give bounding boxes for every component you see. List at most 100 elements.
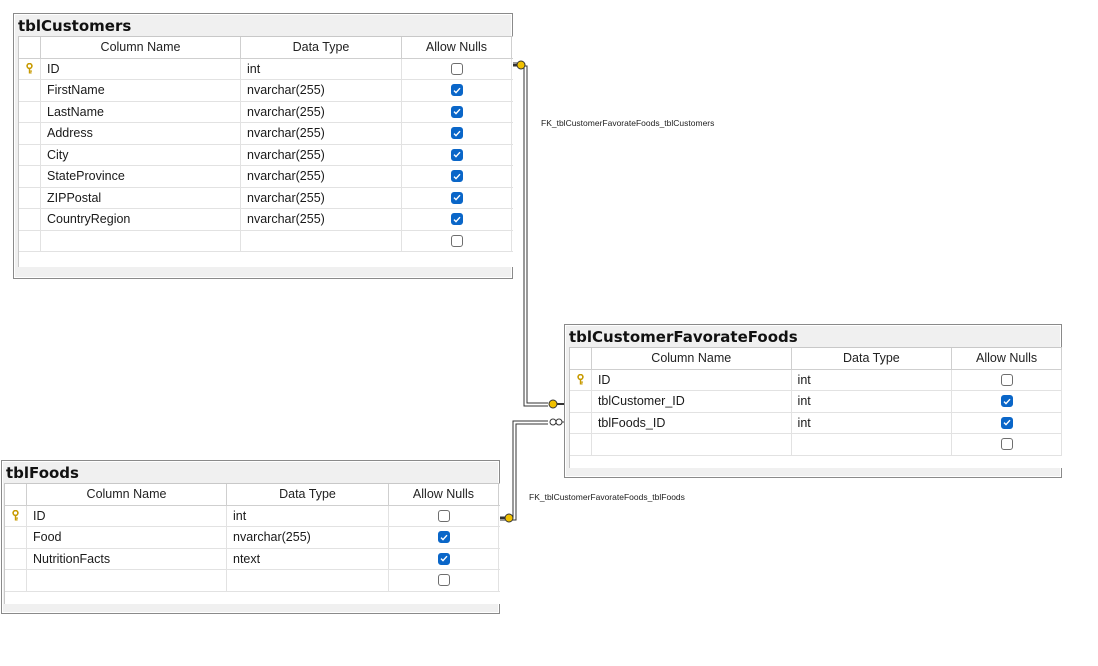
row-selector[interactable] xyxy=(19,123,41,144)
allow-nulls-checkbox[interactable] xyxy=(450,127,463,140)
allow-nulls-checkbox[interactable] xyxy=(1000,395,1013,408)
row-selector[interactable] xyxy=(5,527,27,548)
table-row[interactable] xyxy=(19,230,513,252)
allow-nulls-checkbox[interactable] xyxy=(1000,373,1013,386)
row-selector[interactable] xyxy=(570,434,592,455)
table-row[interactable]: tblFoods_ID int xyxy=(570,412,1062,434)
allow-nulls-checkbox[interactable] xyxy=(437,531,450,544)
data-type-cell[interactable] xyxy=(241,230,402,251)
relationship-label-customers[interactable]: FK_tblCustomerFavorateFoods_tblCustomers xyxy=(541,118,714,128)
allow-nulls-checkbox[interactable] xyxy=(450,62,463,75)
allow-nulls-checkbox[interactable] xyxy=(437,552,450,565)
table-row[interactable]: CountryRegion nvarchar(255) xyxy=(19,209,513,231)
allow-nulls-checkbox[interactable] xyxy=(450,234,463,247)
row-selector[interactable] xyxy=(19,166,41,187)
data-type-cell[interactable] xyxy=(227,570,389,591)
row-selector[interactable] xyxy=(19,101,41,122)
data-type-cell[interactable]: nvarchar(255) xyxy=(241,187,402,208)
relationship-foods-line[interactable] xyxy=(499,420,548,521)
table-row[interactable]: NutritionFacts ntext xyxy=(5,548,500,570)
data-type-cell[interactable]: int xyxy=(227,505,389,526)
table-row[interactable]: City nvarchar(255) xyxy=(19,144,513,166)
row-selector[interactable] xyxy=(19,80,41,101)
relationship-label-foods[interactable]: FK_tblCustomerFavorateFoods_tblFoods xyxy=(529,492,685,502)
table-row[interactable] xyxy=(5,570,500,592)
column-name-cell[interactable] xyxy=(27,570,227,591)
table-customer-favorate-foods[interactable]: tblCustomerFavorateFoods Column Name Data… xyxy=(564,324,1062,478)
column-name-cell[interactable] xyxy=(592,434,792,455)
header-allow-nulls[interactable]: Allow Nulls xyxy=(402,37,512,58)
column-name-cell[interactable]: tblCustomer_ID xyxy=(592,391,792,412)
allow-nulls-checkbox[interactable] xyxy=(437,574,450,587)
column-name-cell[interactable]: ID xyxy=(41,58,241,79)
table-row[interactable]: Food nvarchar(255) xyxy=(5,527,500,549)
allow-nulls-checkbox[interactable] xyxy=(437,509,450,522)
row-selector[interactable] xyxy=(19,230,41,251)
table-row[interactable]: tblCustomer_ID int xyxy=(570,391,1062,413)
table-row[interactable]: ZIPPostal nvarchar(255) xyxy=(19,187,513,209)
header-column-name[interactable]: Column Name xyxy=(592,348,792,369)
allow-nulls-checkbox[interactable] xyxy=(450,191,463,204)
data-type-cell[interactable]: int xyxy=(792,412,953,433)
data-type-cell[interactable]: int xyxy=(241,58,402,79)
header-column-name[interactable]: Column Name xyxy=(27,484,227,505)
header-data-type[interactable]: Data Type xyxy=(227,484,389,505)
column-name-cell[interactable]: Food xyxy=(27,527,227,548)
allow-nulls-checkbox[interactable] xyxy=(450,105,463,118)
row-selector[interactable] xyxy=(19,187,41,208)
data-type-cell[interactable]: nvarchar(255) xyxy=(227,527,389,548)
column-name-cell[interactable] xyxy=(41,230,241,251)
data-type-cell[interactable]: int xyxy=(792,369,953,390)
column-name-cell[interactable]: City xyxy=(41,144,241,165)
table-row[interactable]: ID int xyxy=(19,58,513,80)
column-name-cell[interactable]: NutritionFacts xyxy=(27,548,227,569)
allow-nulls-checkbox[interactable] xyxy=(450,148,463,161)
header-data-type[interactable]: Data Type xyxy=(241,37,402,58)
row-selector[interactable] xyxy=(5,570,27,591)
column-name-cell[interactable]: LastName xyxy=(41,101,241,122)
data-type-cell[interactable]: nvarchar(255) xyxy=(241,101,402,122)
allow-nulls-checkbox[interactable] xyxy=(450,84,463,97)
row-selector[interactable] xyxy=(570,391,592,412)
table-row[interactable]: StateProvince nvarchar(255) xyxy=(19,166,513,188)
column-name-cell[interactable]: FirstName xyxy=(41,80,241,101)
row-selector[interactable] xyxy=(19,144,41,165)
header-allow-nulls[interactable]: Allow Nulls xyxy=(952,348,1062,369)
column-name-cell[interactable]: Address xyxy=(41,123,241,144)
data-type-cell[interactable]: nvarchar(255) xyxy=(241,80,402,101)
table-row[interactable]: Address nvarchar(255) xyxy=(19,123,513,145)
header-data-type[interactable]: Data Type xyxy=(792,348,953,369)
row-selector[interactable] xyxy=(19,209,41,230)
table-row[interactable]: ID int xyxy=(5,505,500,527)
row-selector[interactable] xyxy=(5,548,27,569)
table-customers[interactable]: tblCustomers Column Name Data Type Allow N… xyxy=(13,13,513,279)
table-row[interactable]: LastName nvarchar(255) xyxy=(19,101,513,123)
header-allow-nulls[interactable]: Allow Nulls xyxy=(389,484,499,505)
table-row[interactable]: FirstName nvarchar(255) xyxy=(19,80,513,102)
column-name-cell[interactable]: tblFoods_ID xyxy=(592,412,792,433)
data-type-cell[interactable] xyxy=(792,434,953,455)
relationship-customers-line[interactable] xyxy=(512,62,548,407)
allow-nulls-checkbox[interactable] xyxy=(450,213,463,226)
data-type-cell[interactable]: int xyxy=(792,391,953,412)
table-row[interactable]: ID int xyxy=(570,369,1062,391)
column-name-cell[interactable]: ID xyxy=(592,369,792,390)
column-name-cell[interactable]: StateProvince xyxy=(41,166,241,187)
column-name-cell[interactable]: ID xyxy=(27,505,227,526)
row-selector[interactable] xyxy=(5,505,27,526)
allow-nulls-checkbox[interactable] xyxy=(1000,416,1013,429)
row-selector[interactable] xyxy=(19,58,41,79)
table-row[interactable] xyxy=(570,434,1062,456)
allow-nulls-checkbox[interactable] xyxy=(450,170,463,183)
header-column-name[interactable]: Column Name xyxy=(41,37,241,58)
data-type-cell[interactable]: ntext xyxy=(227,548,389,569)
column-name-cell[interactable]: ZIPPostal xyxy=(41,187,241,208)
data-type-cell[interactable]: nvarchar(255) xyxy=(241,123,402,144)
column-name-cell[interactable]: CountryRegion xyxy=(41,209,241,230)
data-type-cell[interactable]: nvarchar(255) xyxy=(241,209,402,230)
allow-nulls-checkbox[interactable] xyxy=(1000,438,1013,451)
data-type-cell[interactable]: nvarchar(255) xyxy=(241,144,402,165)
data-type-cell[interactable]: nvarchar(255) xyxy=(241,166,402,187)
row-selector[interactable] xyxy=(570,369,592,390)
table-foods[interactable]: tblFoods Column Name Data Type Allow Nulls… xyxy=(1,460,500,614)
